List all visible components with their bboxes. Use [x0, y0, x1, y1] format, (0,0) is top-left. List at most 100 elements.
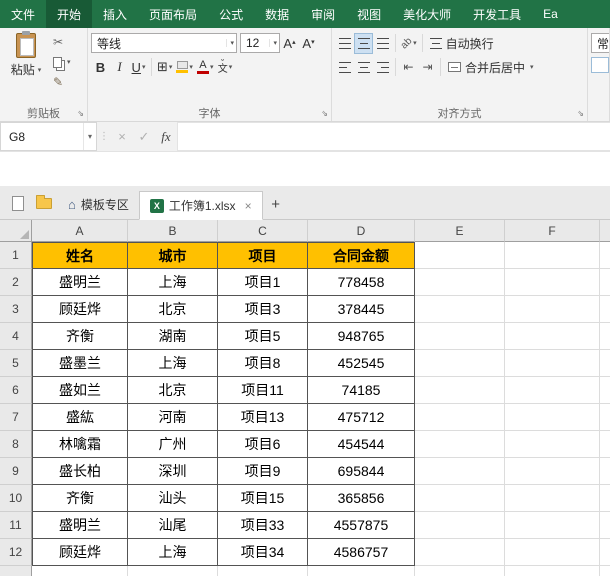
increase-indent-button[interactable]: ⇥ [418, 57, 437, 78]
new-tab-button[interactable]: + [263, 190, 289, 219]
cell-C2[interactable]: 项目1 [218, 269, 308, 296]
cell-F6[interactable] [505, 377, 600, 404]
cell-B11[interactable]: 汕尾 [128, 512, 218, 539]
cell-F9[interactable] [505, 458, 600, 485]
cell-D6[interactable]: 74185 [308, 377, 415, 404]
cell-C12[interactable]: 项目34 [218, 539, 308, 566]
column-header-B[interactable]: B [128, 220, 218, 242]
ribbon-tab-7[interactable]: 审阅 [300, 0, 346, 28]
cell-F12[interactable] [505, 539, 600, 566]
cell-F5[interactable] [505, 350, 600, 377]
cell-A8[interactable]: 林噙霜 [32, 431, 128, 458]
row-header-5[interactable]: 5 [0, 350, 32, 377]
cell-B12[interactable]: 上海 [128, 539, 218, 566]
copy-button[interactable]: ▾ [53, 53, 71, 71]
merge-center-button[interactable]: 合并后居中▾ [444, 57, 538, 78]
paste-dropdown-caret[interactable]: ▾ [38, 66, 42, 74]
cell-F1[interactable] [505, 242, 600, 269]
font-dialog-launcher-icon[interactable]: ⇘ [321, 110, 328, 118]
cell-E5[interactable] [415, 350, 505, 377]
cell-A1[interactable]: 姓名 [32, 242, 128, 269]
underline-button[interactable]: U▾ [129, 57, 148, 78]
cell-E12[interactable] [415, 539, 505, 566]
close-tab-button[interactable]: × [245, 199, 252, 213]
align-left-button[interactable] [335, 57, 354, 78]
cell-A9[interactable]: 盛长柏 [32, 458, 128, 485]
cell-E8[interactable] [415, 431, 505, 458]
font-name-combo[interactable]: 等线▾ [91, 33, 237, 53]
ribbon-tab-4[interactable]: 页面布局 [138, 0, 208, 28]
cancel-button[interactable]: × [111, 122, 133, 151]
cell-D12[interactable]: 4586757 [308, 539, 415, 566]
cell-C8[interactable]: 项目6 [218, 431, 308, 458]
column-header-D[interactable]: D [308, 220, 415, 242]
number-format-combo[interactable]: 常 [591, 33, 610, 53]
cell-B1[interactable]: 城市 [128, 242, 218, 269]
cell-F3[interactable] [505, 296, 600, 323]
cell-B4[interactable]: 湖南 [128, 323, 218, 350]
cell-partial[interactable] [600, 296, 610, 323]
cell-B5[interactable]: 上海 [128, 350, 218, 377]
cell-partial[interactable] [600, 350, 610, 377]
column-header-C[interactable]: C [218, 220, 308, 242]
cell-C[interactable] [218, 566, 308, 576]
wrap-text-button[interactable]: 自动换行 [426, 33, 498, 54]
cell-C9[interactable]: 项目9 [218, 458, 308, 485]
cell-D8[interactable]: 454544 [308, 431, 415, 458]
cell-A6[interactable]: 盛如兰 [32, 377, 128, 404]
cell-B7[interactable]: 河南 [128, 404, 218, 431]
formula-input[interactable] [177, 122, 610, 151]
cell-F2[interactable] [505, 269, 600, 296]
cell-E7[interactable] [415, 404, 505, 431]
select-all-corner[interactable] [0, 220, 32, 242]
ribbon-tab-3[interactable]: 插入 [92, 0, 138, 28]
clipboard-dialog-launcher-icon[interactable]: ⇘ [77, 110, 84, 118]
cell-A10[interactable]: 齐衡 [32, 485, 128, 512]
cell-F7[interactable] [505, 404, 600, 431]
cell-C10[interactable]: 项目15 [218, 485, 308, 512]
borders-button[interactable]: ⊞▾ [155, 57, 174, 78]
ribbon-tab-10[interactable]: 开发工具 [462, 0, 532, 28]
column-header-E[interactable]: E [415, 220, 505, 242]
cell-partial[interactable] [600, 539, 610, 566]
font-size-dropdown-caret[interactable]: ▾ [269, 39, 277, 47]
cell-C5[interactable]: 项目8 [218, 350, 308, 377]
cell-E6[interactable] [415, 377, 505, 404]
font-size-combo[interactable]: 12▾ [240, 33, 280, 53]
cell-A5[interactable]: 盛墨兰 [32, 350, 128, 377]
cell-E10[interactable] [415, 485, 505, 512]
cell-E9[interactable] [415, 458, 505, 485]
cell-A2[interactable]: 盛明兰 [32, 269, 128, 296]
enter-button[interactable]: ✓ [133, 122, 155, 151]
name-box-dropdown-caret[interactable]: ▾ [83, 123, 96, 150]
cell-E3[interactable] [415, 296, 505, 323]
paste-button[interactable]: 粘贴▾ [3, 31, 49, 104]
ribbon-tab-2[interactable]: 开始 [46, 0, 92, 28]
cell-F4[interactable] [505, 323, 600, 350]
align-center-button[interactable] [354, 57, 373, 78]
cell-C7[interactable]: 项目13 [218, 404, 308, 431]
cell-A7[interactable]: 盛紘 [32, 404, 128, 431]
cell-B6[interactable]: 北京 [128, 377, 218, 404]
cell-B10[interactable]: 汕头 [128, 485, 218, 512]
tab-workbook[interactable]: X 工作簿1.xlsx × [139, 191, 263, 220]
insert-function-button[interactable]: fx [155, 122, 177, 151]
row-header-11[interactable]: 11 [0, 512, 32, 539]
cell-C3[interactable]: 项目3 [218, 296, 308, 323]
cell-partial[interactable] [600, 431, 610, 458]
cell-D5[interactable]: 452545 [308, 350, 415, 377]
cell-F10[interactable] [505, 485, 600, 512]
row-header-4[interactable]: 4 [0, 323, 32, 350]
cell-A3[interactable]: 顾廷烨 [32, 296, 128, 323]
cell-D7[interactable]: 475712 [308, 404, 415, 431]
cell-D[interactable] [308, 566, 415, 576]
cell-D4[interactable]: 948765 [308, 323, 415, 350]
number-format-button-partial[interactable] [591, 57, 609, 73]
column-header-F[interactable]: F [505, 220, 600, 242]
ribbon-tab-1[interactable]: 文件 [0, 0, 46, 28]
cell-D1[interactable]: 合同金额 [308, 242, 415, 269]
cell-B[interactable] [128, 566, 218, 576]
font-name-dropdown-caret[interactable]: ▾ [226, 39, 234, 47]
cell-F8[interactable] [505, 431, 600, 458]
cell-A12[interactable]: 顾廷烨 [32, 539, 128, 566]
